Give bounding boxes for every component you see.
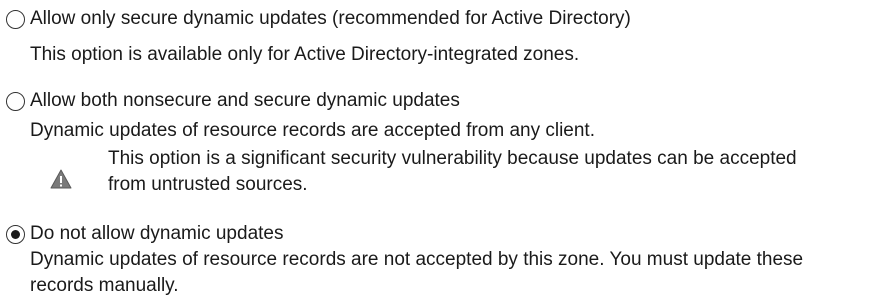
warning-triangle-icon (50, 169, 72, 189)
option-description-nonsecure-and-secure: Dynamic updates of resource records are … (30, 120, 595, 141)
radio-button-nonsecure-and-secure[interactable] (6, 91, 25, 111)
option-label-nonsecure-and-secure[interactable]: Allow both nonsecure and secure dynamic … (30, 90, 460, 112)
option-label-do-not-allow[interactable]: Do not allow dynamic updates (30, 223, 283, 245)
security-warning-text: This option is a significant security vu… (108, 148, 797, 195)
option-description-secure-only: This option is available only for Active… (30, 44, 580, 65)
option-label-secure-only[interactable]: Allow only secure dynamic updates (recom… (30, 8, 631, 30)
radio-button-secure-only[interactable] (6, 9, 25, 29)
radio-option-do-not-allow[interactable]: Do not allow dynamic updates (6, 221, 283, 247)
radio-option-nonsecure-and-secure[interactable]: Allow both nonsecure and secure dynamic … (6, 88, 460, 114)
option-description-do-not-allow: Dynamic updates of resource records are … (30, 249, 804, 296)
radio-button-do-not-allow[interactable] (6, 224, 25, 244)
radio-option-secure-only[interactable]: Allow only secure dynamic updates (recom… (6, 6, 631, 32)
